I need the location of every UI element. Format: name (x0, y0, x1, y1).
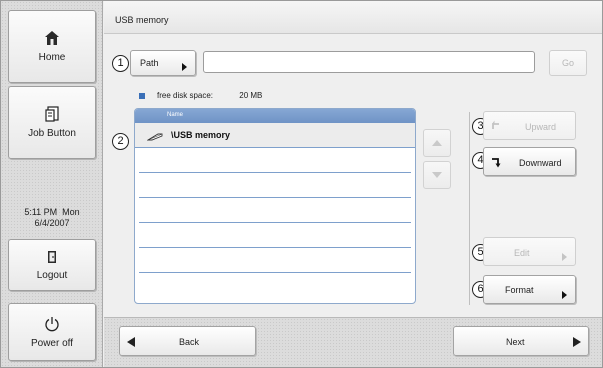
logout-label: Logout (36, 269, 68, 281)
scroll-up-button[interactable] (423, 129, 451, 157)
disk-space-value: 20 MB (239, 91, 263, 100)
home-button[interactable]: Home (8, 10, 96, 83)
list-item[interactable]: \USB memory (135, 123, 415, 148)
downward-icon (492, 158, 501, 168)
clock-time: 5:11 PM Mon (24, 207, 80, 217)
logout-icon (48, 250, 56, 263)
drive-icon (147, 133, 163, 141)
back-button[interactable]: Back (119, 326, 256, 356)
callout-2: 2 (112, 133, 129, 150)
next-arrow-icon (573, 337, 581, 347)
scroll-down-button[interactable] (423, 161, 451, 189)
list-item[interactable] (139, 148, 411, 173)
upward-label: Upward (525, 122, 557, 132)
divider (469, 112, 470, 305)
edit-label: Edit (514, 248, 530, 258)
format-label: Format (505, 285, 534, 295)
column-header-name[interactable]: Name (135, 109, 415, 123)
list-item[interactable] (139, 198, 411, 223)
clock-date: 6/4/2007 (34, 218, 70, 228)
path-arrow-icon (182, 63, 187, 71)
down-arrow-icon (432, 172, 442, 178)
power-off-button[interactable]: Power off (8, 303, 96, 361)
go-button[interactable]: Go (549, 50, 587, 76)
edit-arrow-icon (562, 253, 567, 261)
page-title: USB memory (104, 1, 602, 34)
list-item[interactable] (139, 173, 411, 198)
disk-space-info: free disk space: 20 MB (139, 91, 262, 100)
sidebar: Home Job Button 5:11 PM Mon 6/4/2007 Log… (1, 1, 103, 367)
list-item[interactable] (139, 273, 411, 298)
edit-button[interactable]: Edit (483, 237, 576, 266)
job-icon (45, 106, 59, 122)
path-input[interactable] (203, 51, 535, 73)
go-label: Go (561, 58, 574, 68)
back-arrow-icon (127, 337, 135, 347)
power-icon (45, 316, 59, 331)
power-label: Power off (30, 337, 74, 349)
logout-button[interactable]: Logout (8, 239, 96, 291)
clock: 5:11 PM Mon 6/4/2007 (1, 207, 103, 229)
path-label: Path (140, 58, 159, 68)
home-icon (45, 31, 59, 45)
job-button[interactable]: Job Button (8, 86, 96, 159)
callout-1: 1 (112, 55, 129, 72)
downward-label: Downward (519, 158, 562, 168)
job-label: Job Button (28, 128, 76, 139)
downward-button[interactable]: Downward (483, 147, 576, 176)
file-list: Name \USB memory (134, 108, 416, 304)
format-button[interactable]: Format (483, 275, 576, 304)
disk-space-label: free disk space: (157, 91, 214, 100)
home-label: Home (38, 52, 66, 63)
upward-icon (492, 120, 499, 129)
list-item-label: \USB memory (171, 130, 231, 140)
path-button[interactable]: Path (130, 50, 196, 76)
up-arrow-icon (432, 140, 442, 146)
list-item[interactable] (139, 223, 411, 248)
next-button[interactable]: Next (453, 326, 589, 356)
upward-button[interactable]: Upward (483, 111, 576, 140)
next-label: Next (506, 337, 525, 347)
list-item[interactable] (139, 248, 411, 273)
back-label: Back (179, 337, 200, 347)
format-arrow-icon (562, 291, 567, 299)
